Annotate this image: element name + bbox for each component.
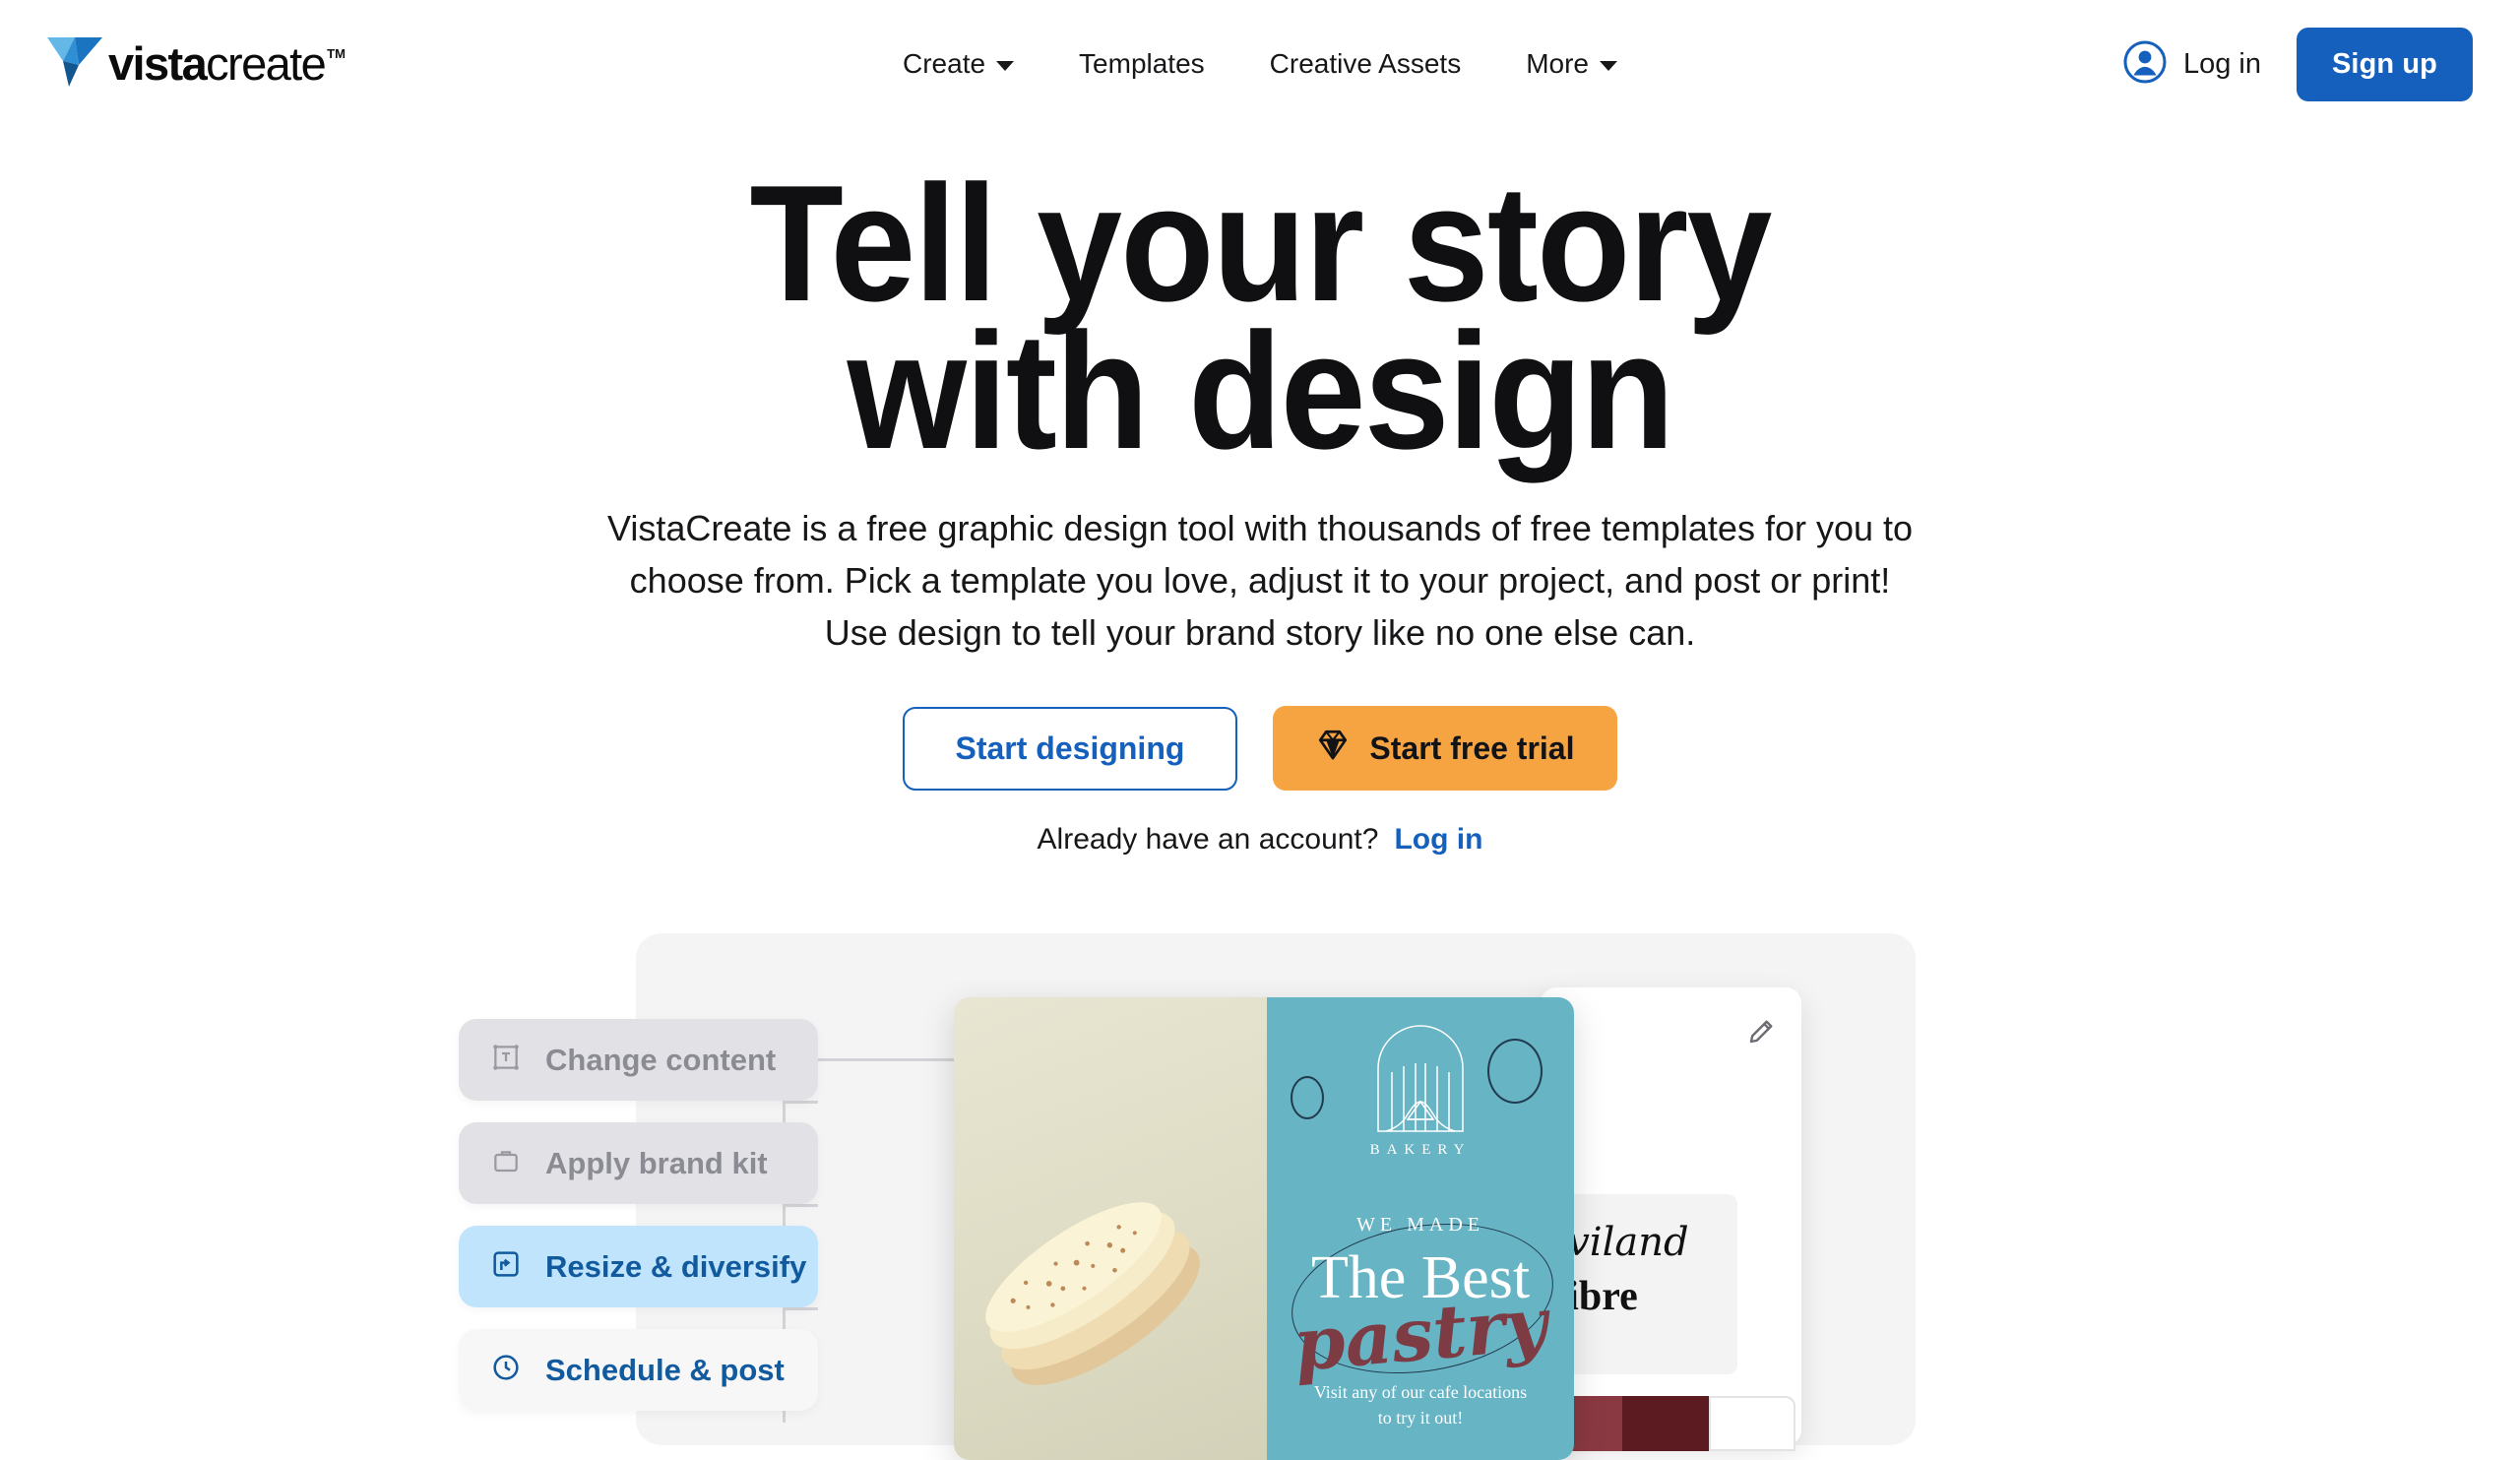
start-designing-button[interactable]: Start designing [902,706,1238,791]
nav-item-templates[interactable]: Templates [1046,48,1237,80]
vistacreate-logo-icon [47,37,102,87]
pill-label: Change content [545,1042,777,1077]
nav-label: More [1526,48,1589,79]
pill-change-content[interactable]: Change content [459,1019,818,1101]
nav-label: Creative Assets [1269,48,1462,79]
briefcase-icon [490,1145,522,1181]
bakery-template-card[interactable]: BAKERY WE MADE The Best pastry Visit any… [954,997,1574,1460]
signup-button[interactable]: Sign up [2296,27,2473,101]
hero-subtitle: VistaCreate is a free graphic design too… [606,508,1914,653]
pastry-photo [954,997,1267,1460]
account-prompt-text: Already have an account? [1037,823,1379,856]
main-navigation: Create Templates Creative Assets More [870,0,1650,128]
site-header: vistacreate TM Create Templates Creative… [0,0,2520,128]
color-swatch[interactable] [1622,1396,1709,1451]
account-prompt-row: Already have an account? Log in [0,823,2520,857]
nav-item-more[interactable]: More [1493,48,1650,80]
login-label: Log in [2182,47,2261,80]
card-footer-line-1: Visit any of our cafe locations [1313,1382,1528,1402]
card-footer-text: Visit any of our cafe locations to try i… [1292,1379,1548,1430]
hero-login-link[interactable]: Log in [1394,823,1482,857]
hero-cta-row: Start designing Start free trial [0,706,2520,791]
bakery-arch-logo-icon [1362,1021,1479,1144]
pill-schedule-post[interactable]: Schedule & post [459,1329,818,1411]
eclair-illustration [985,1202,1200,1385]
pill-apply-brand-kit[interactable]: Apply brand kit [459,1122,818,1204]
nav-label: Create [903,48,986,79]
connector-horizontal [818,1058,956,1061]
resize-icon [490,1248,522,1285]
decorative-circle-large [1487,1039,1543,1104]
brand-kit-panel: De Haviland Ruhl Libre LIBRE [1422,987,1801,1451]
nav-item-creative-assets[interactable]: Creative Assets [1237,48,1494,80]
pill-label: Schedule & post [545,1352,785,1387]
nav-item-create[interactable]: Create [870,48,1046,80]
user-avatar-icon [2123,40,2167,89]
vistacreate-logo[interactable]: vistacreate TM [47,37,346,87]
nav-label: Templates [1079,48,1205,79]
diamond-gem-icon [1316,728,1350,769]
start-free-trial-button[interactable]: Start free trial [1273,706,1618,791]
hero-section: Tell your story with design VistaCreate … [0,128,2520,857]
hero-title: Tell your story with design [89,151,2432,483]
bakery-wordmark: BAKERY [1369,1142,1472,1158]
logo-trademark: TM [327,46,346,61]
logo-wordmark: vistacreate [108,37,327,90]
color-swatch[interactable] [1709,1396,1796,1451]
start-free-trial-label: Start free trial [1369,730,1575,766]
pill-resize-diversify[interactable]: Resize & diversify [459,1226,818,1307]
card-footer-line-2: to try it out! [1377,1408,1464,1428]
pill-label: Resize & diversify [545,1248,807,1284]
bakery-card-teal-panel: BAKERY WE MADE The Best pastry Visit any… [1267,997,1574,1460]
header-login-link[interactable]: Log in [2123,40,2261,89]
brand-kit-swatches [1536,1396,1796,1451]
edit-pencil-icon[interactable] [1746,1017,1776,1051]
pill-label: Apply brand kit [545,1145,768,1180]
chevron-down-icon [1600,61,1617,71]
decorative-circle-small [1291,1076,1324,1119]
feature-pill-list: Change content Apply brand kit Resize & … [459,1019,818,1432]
hero-title-line-1: Tell your story [749,151,1772,336]
text-box-icon [490,1042,522,1078]
hero-title-line-2: with design [847,298,1675,483]
chevron-down-icon [996,61,1015,71]
header-actions: Log in Sign up [2123,0,2473,128]
card-kicker: WE MADE [1356,1214,1484,1236]
clock-icon [490,1352,522,1388]
